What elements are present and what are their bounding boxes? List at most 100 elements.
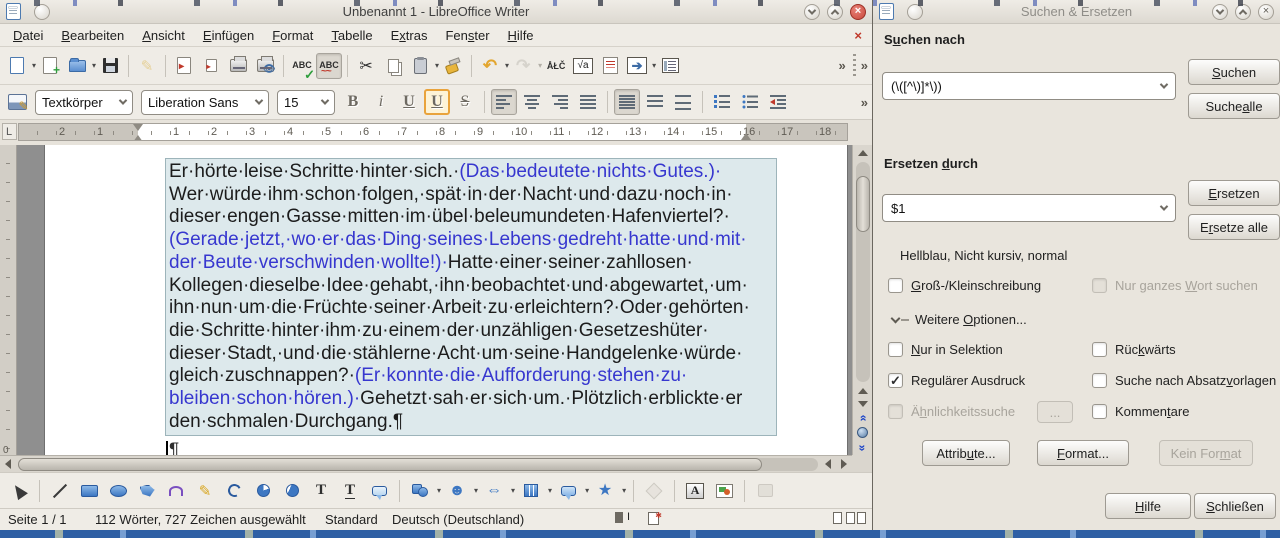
polygon-tool-button[interactable] (134, 478, 160, 504)
paste-dropdown[interactable]: ▾ (435, 61, 439, 70)
undo-button[interactable]: ↶ (477, 53, 503, 79)
regex-checkbox[interactable]: ✓ Regulärer Ausdruck (888, 373, 1025, 388)
pdf-preview-button[interactable]: ▸ (198, 53, 224, 79)
right-indent-marker[interactable] (741, 133, 751, 140)
insert-mode-icon[interactable] (615, 511, 630, 523)
replace-combo[interactable] (882, 194, 1176, 222)
copy-button[interactable] (380, 53, 406, 79)
page-indicator[interactable]: Seite 1 / 1 (8, 512, 67, 527)
print-preview-button[interactable]: 👁 (252, 53, 278, 79)
line-spacing-1-button[interactable] (614, 89, 640, 115)
edit-mode-button[interactable]: ✎ (134, 53, 160, 79)
menu-einfügen[interactable]: Einfügen (194, 26, 263, 45)
callouts-dropdown[interactable]: ▾ (585, 486, 589, 495)
new-document-dropdown[interactable]: ▾ (32, 61, 36, 70)
combo-arrow-icon[interactable] (1159, 80, 1169, 89)
text-line[interactable]: die·Schritte·hinter·ihm·zu·einem·der·unz… (169, 320, 776, 343)
italic-button[interactable]: i (368, 89, 394, 115)
basic-shapes-button[interactable] (407, 478, 433, 504)
text-line[interactable]: Wer·würde·ihm·schon·folgen,·spät·in·der·… (169, 184, 776, 207)
symbol-shapes-dropdown[interactable]: ▾ (474, 486, 478, 495)
next-page-button[interactable]: » (855, 441, 871, 454)
text-line[interactable]: bleiben·schon·hören.)·Gehetzt·sah·er·sic… (169, 388, 776, 411)
select-tool-button[interactable] (6, 478, 32, 504)
paragraph-style-settings-button[interactable] (4, 89, 30, 115)
close-dialog-button[interactable]: Schließen (1194, 493, 1276, 519)
align-right-button[interactable] (547, 89, 573, 115)
checkbox-box[interactable] (1092, 373, 1107, 388)
more-options-expander[interactable]: Weitere Optionen... (890, 312, 1027, 327)
menu-format[interactable]: Format (263, 26, 322, 45)
underline-button[interactable]: U (396, 89, 422, 115)
attributes-button[interactable]: Attrib u te... (922, 440, 1010, 466)
callouts-button[interactable] (555, 478, 581, 504)
save-button[interactable] (97, 53, 123, 79)
cut-button[interactable]: ✂ (353, 53, 379, 79)
text-line[interactable]: der·Beute·verschwinden·wollte!)·Hatte·ei… (169, 252, 776, 275)
help-button[interactable]: Hilfe (1105, 493, 1191, 519)
multi-page-view-icon[interactable] (846, 512, 855, 524)
vertical-scrollbar[interactable]: » » (852, 145, 872, 455)
spellcheck-button[interactable]: ABC (289, 53, 315, 79)
pie-tool-button[interactable] (250, 478, 276, 504)
formatting-toolbar-overflow[interactable]: » (861, 95, 868, 110)
search-button[interactable]: Suchen (1188, 59, 1280, 85)
align-center-button[interactable] (519, 89, 545, 115)
block-arrows-button[interactable]: ⇔ (481, 478, 507, 504)
similarity-search-checkbox[interactable]: Ähnlichkeitssuche (888, 404, 1015, 419)
redo-dropdown[interactable]: ▾ (538, 61, 542, 70)
previous-page-button[interactable]: » (855, 411, 871, 424)
freeform-line-button[interactable]: ✎ (192, 478, 218, 504)
double-underline-button[interactable]: U (424, 89, 450, 115)
document-canvas[interactable]: Er·hörte·leise·Schritte·hinter·sich.·(Da… (17, 145, 852, 455)
auto-spellcheck-button[interactable]: ABC (316, 52, 343, 79)
toolbar-overflow-button-2[interactable]: » (861, 58, 868, 73)
edit-points-button[interactable] (641, 478, 667, 504)
toolbar-overflow-button[interactable]: » (839, 58, 846, 73)
scroll-down-button[interactable] (855, 397, 871, 410)
insert-hyperlink-button[interactable]: ➔ (624, 53, 650, 79)
callout-tool-button[interactable] (366, 478, 392, 504)
insert-ellipse-button[interactable] (105, 478, 131, 504)
menu-bearbeiten[interactable]: Bearbeiten (52, 26, 133, 45)
print-button[interactable] (225, 53, 251, 79)
tab-stop-selector[interactable]: L (2, 123, 17, 140)
menu-ansicht[interactable]: Ansicht (133, 26, 194, 45)
vertical-text-button[interactable]: T (337, 478, 363, 504)
close-document-button[interactable]: × (854, 28, 868, 43)
replace-input[interactable] (891, 200, 1161, 216)
no-format-button[interactable]: Kein For m at (1159, 440, 1253, 466)
page[interactable]: Er·hörte·leise·Schritte·hinter·sich.·(Da… (44, 145, 848, 455)
align-left-button[interactable] (491, 89, 517, 115)
flowchart-button[interactable] (518, 478, 544, 504)
menu-datei[interactable]: Datei (4, 26, 52, 45)
menu-fenster[interactable]: Fenster (436, 26, 498, 45)
basic-shapes-dropdown[interactable]: ▾ (437, 486, 441, 495)
strikethrough-button[interactable]: S (452, 89, 478, 115)
checkbox-box[interactable] (1092, 404, 1107, 419)
extrusion-button[interactable] (752, 478, 778, 504)
insert-frame-button[interactable] (657, 53, 683, 79)
font-size-combo[interactable]: 15 (277, 89, 335, 115)
export-pdf-button[interactable]: ▸ (171, 53, 197, 79)
paragraph-style-combo[interactable]: Textkörper (35, 89, 133, 115)
hyperlink-dropdown[interactable]: ▾ (652, 61, 656, 70)
search-combo[interactable] (882, 72, 1176, 100)
scroll-up-button-2[interactable] (855, 384, 871, 397)
single-page-view-icon[interactable] (833, 512, 842, 524)
scroll-right-button[interactable] (836, 457, 852, 472)
page-style[interactable]: Standard (325, 512, 378, 527)
format-button[interactable]: Format... (1037, 440, 1129, 466)
whole-words-checkbox[interactable]: Nur ganzes Wort suchen (1092, 278, 1258, 293)
text-line[interactable]: ihn·nun·um·die·Früchte·seiner·Arbeit·zu·… (169, 297, 776, 320)
paragraph-styles-checkbox[interactable]: Suche nach Absatzvorlagen (1092, 373, 1276, 388)
similarity-settings-button[interactable]: ... (1037, 401, 1073, 423)
menu-extras[interactable]: Extras (382, 26, 437, 45)
horizontal-ruler[interactable]: L 2 1 1 2 3 4 5 6 7 8 9 10 11 12 13 14 15 16 17 18 (0, 120, 852, 145)
clone-formatting-button[interactable] (440, 53, 466, 79)
selected-paragraph[interactable]: Er·hörte·leise·Schritte·hinter·sich.·(Da… (165, 158, 777, 436)
checkbox-box[interactable] (888, 404, 903, 419)
open-dropdown[interactable]: ▾ (92, 61, 96, 70)
vertical-ruler[interactable]: 0 (0, 145, 17, 456)
paste-button[interactable] (407, 53, 433, 79)
